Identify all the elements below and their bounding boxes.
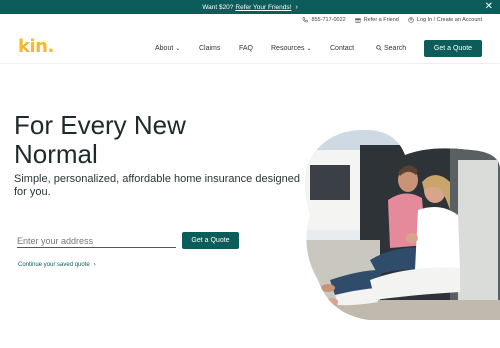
phone-icon	[303, 17, 309, 23]
search-icon	[376, 45, 382, 51]
refer-friend-link[interactable]: Refer a Friend	[355, 17, 399, 23]
main-nav: kin. About ⌄ Claims FAQ Resources ⌄ Contac…	[0, 32, 500, 64]
phone-number: 855-717-0022	[311, 17, 346, 23]
login-label: Log In / Create an Account	[416, 17, 482, 23]
promo-banner: Want $20? Refer Your Friends! › ✕	[0, 0, 500, 14]
phone-link[interactable]: 855-717-0022	[302, 17, 346, 23]
chevron-down-icon: ⌄	[306, 46, 312, 52]
close-icon[interactable]: ✕	[485, 1, 493, 13]
refer-friends-link[interactable]: Refer Your Friends!	[235, 4, 291, 11]
page-title: For Every New Normal	[14, 111, 244, 169]
chevron-right-icon: ›	[93, 262, 96, 268]
address-quote-button[interactable]: Get a Quote	[182, 232, 239, 249]
get-quote-button[interactable]: Get a Quote	[424, 40, 482, 57]
promo-text: Want $20?	[202, 3, 234, 11]
nav-claims[interactable]: Claims	[199, 45, 220, 52]
login-link[interactable]: Log In / Create an Account	[408, 17, 482, 23]
chevron-down-icon: ⌄	[175, 46, 181, 52]
user-icon	[408, 17, 414, 23]
nav-contact[interactable]: Contact	[330, 45, 354, 52]
nav-resources[interactable]: Resources ⌄	[271, 45, 312, 52]
hero-photo	[305, 130, 500, 320]
nav-resources-label: Resources	[271, 45, 305, 52]
nav-about[interactable]: About ⌄	[155, 45, 180, 52]
hero-subtitle: Simple, personalized, affordable home in…	[14, 173, 300, 198]
refer-friend-label: Refer a Friend	[363, 17, 399, 23]
title-line-2: Normal	[14, 139, 98, 169]
nav-faq[interactable]: FAQ	[239, 45, 253, 52]
utility-bar: 855-717-0022 Refer a Friend Log In / Cre…	[302, 17, 482, 23]
title-line-1: For Every New	[14, 110, 186, 140]
nav-about-label: About	[155, 45, 174, 52]
saved-quote-label: Continue your saved quote	[18, 262, 90, 268]
address-input[interactable]: Enter your address	[17, 233, 176, 248]
nav-search-label: Search	[384, 45, 407, 52]
kin-logo[interactable]: kin.	[18, 36, 54, 57]
chevron-right-icon: ›	[295, 3, 298, 11]
continue-saved-quote-link[interactable]: Continue your saved quote ›	[18, 262, 96, 268]
nav-search[interactable]: Search	[376, 45, 406, 52]
gift-icon	[355, 18, 361, 23]
